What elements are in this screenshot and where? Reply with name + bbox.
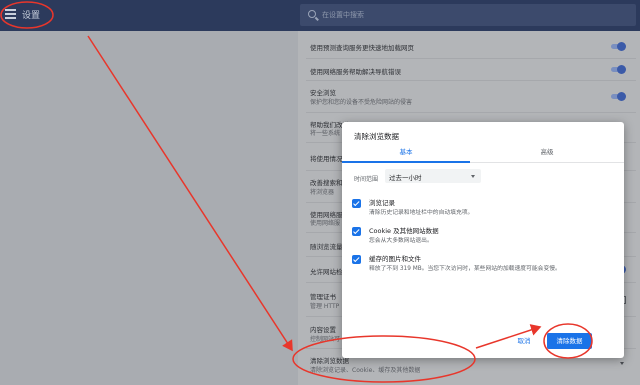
setting-row-nav-errors[interactable]: 使用网络服务帮助解决导航错误 (306, 59, 636, 81)
time-range-label: 时间范围 (354, 176, 379, 183)
check-title: 缓存的图片和文件 (369, 255, 421, 263)
check-item-history[interactable]: 浏览记录 清除历史记录和地址栏中的自动填充项。 (352, 195, 612, 221)
top-bar: 设置 (0, 0, 640, 31)
check-subtitle: 清除历史记录和地址栏中的自动填充项。 (369, 210, 474, 216)
check-item-cache[interactable]: 缓存的图片和文件 释放了不到 319 MB。当您下次访问时，某些网站的加载速度可… (352, 251, 612, 277)
annotation-arrow-1 (87, 35, 293, 352)
setting-subtitle: 控制网站可 (310, 336, 341, 343)
cancel-button[interactable]: 取消 (512, 334, 536, 348)
setting-title: 使用网络服务帮助解决导航错误 (310, 68, 401, 76)
toggle-switch[interactable] (611, 92, 626, 101)
check-subtitle: 释放了不到 319 MB。当您下次访问时，某些网站的加载速度可能会变慢。 (369, 266, 561, 272)
setting-row-prediction[interactable]: 使用预测查询服务更快速地加载网页 (306, 34, 636, 59)
setting-title: 内容设置 (310, 326, 336, 334)
toggle-switch[interactable] (611, 42, 626, 51)
setting-title: 改善搜索和 (310, 179, 343, 187)
chevron-down-icon (471, 175, 475, 178)
time-range-select[interactable]: 过去一小时 (385, 169, 481, 183)
search-icon (308, 10, 316, 18)
check-subtitle: 您会从大多数网站退出。 (369, 238, 433, 244)
search-box[interactable] (300, 4, 636, 26)
history-checkbox[interactable] (352, 199, 361, 208)
menu-icon[interactable] (5, 9, 16, 19)
check-item-cookies[interactable]: Cookie 及其他网站数据 您会从大多数网站退出。 (352, 223, 612, 249)
setting-subtitle: 管理 HTTP (310, 303, 340, 310)
setting-row-safe-browsing[interactable]: 安全浏览 保护您和您的设备不受危险网站的侵害 (306, 81, 636, 113)
tab-advanced[interactable]: 高级 (470, 146, 624, 163)
clear-data-button[interactable]: 清除数据 (547, 333, 592, 349)
cache-checkbox[interactable] (352, 255, 361, 264)
setting-subtitle: 将浏览器 (310, 189, 335, 196)
setting-subtitle: 将一些系统 (310, 130, 341, 137)
setting-title: 安全浏览 (310, 89, 336, 97)
setting-subtitle: 使用网络服 (310, 220, 341, 227)
toggle-switch[interactable] (611, 65, 626, 74)
setting-subtitle: 清除浏览记录、Cookie、缓存及其他数据 (310, 367, 421, 374)
setting-title: 允许网站检 (310, 268, 343, 276)
check-title: 浏览记录 (369, 199, 395, 207)
page-title: 设置 (22, 11, 41, 21)
cookies-checkbox[interactable] (352, 227, 361, 236)
check-title: Cookie 及其他网站数据 (369, 227, 439, 235)
setting-title: 使用预测查询服务更快速地加载网页 (310, 44, 414, 52)
tab-basic[interactable]: 基本 (342, 146, 470, 163)
setting-title: 随浏览流量 (310, 243, 343, 251)
clear-browsing-data-dialog: 清除浏览数据 基本 高级 时间范围 过去一小时 浏览记录 清除历史记录和地址栏中… (342, 122, 624, 358)
setting-title: 将使用情况 (310, 155, 343, 163)
search-input[interactable] (322, 8, 622, 22)
setting-title: 管理证书 (310, 293, 336, 301)
dialog-title: 清除浏览数据 (354, 132, 399, 141)
setting-subtitle: 保护您和您的设备不受危险网站的侵害 (310, 99, 413, 106)
chevron-right-icon[interactable] (620, 362, 624, 365)
time-range-value: 过去一小时 (389, 174, 422, 182)
